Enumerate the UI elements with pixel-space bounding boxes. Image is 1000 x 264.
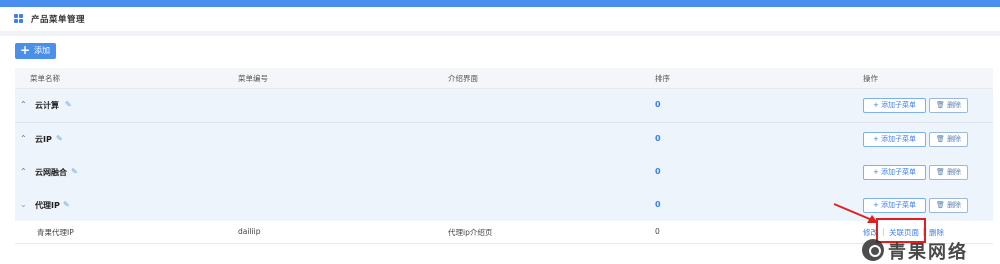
pencil-edit-icon[interactable]: ✎ <box>71 167 78 176</box>
delete-button[interactable]: 🗑 删除 <box>929 98 968 113</box>
pencil-edit-icon[interactable]: ✎ <box>65 100 72 109</box>
child-menu-code: dailiip <box>238 227 261 236</box>
grid-menu-icon <box>14 14 23 23</box>
plus-icon: + <box>20 43 31 57</box>
col-header-intro: 介绍界面 <box>448 74 478 83</box>
add-submenu-button[interactable]: + 添加子菜单 <box>863 165 926 180</box>
sort-value: 0 <box>655 134 661 143</box>
delete-button[interactable]: 🗑 删除 <box>929 132 968 147</box>
watermark-text: 青果网络 <box>888 242 968 263</box>
add-button[interactable]: + 添加 <box>15 43 56 59</box>
brand-logo-icon <box>862 239 884 261</box>
page-title: 产品菜单管理 <box>31 15 86 25</box>
table-row: ⌃ 云计算 ✎ 0 + 添加子菜单 🗑 删除 <box>15 89 993 123</box>
expand-chevron-icon[interactable]: ⌃ <box>20 100 27 109</box>
menu-name: 代理IP <box>35 201 60 210</box>
sort-value: 0 <box>655 100 661 109</box>
pencil-edit-icon[interactable]: ✎ <box>56 134 63 143</box>
child-sort-value: 0 <box>655 227 660 236</box>
sort-value: 0 <box>655 200 661 209</box>
red-arrow-annotation <box>833 203 878 223</box>
delete-link[interactable]: 删除 <box>929 227 944 238</box>
watermark: 青果网络 <box>862 238 998 263</box>
menu-name: 云网融合 <box>35 168 67 177</box>
col-header-code: 菜单编号 <box>238 74 268 83</box>
col-header-sort: 排序 <box>655 74 670 83</box>
table-header: 菜单名称 菜单编号 介绍界面 排序 操作 <box>15 68 993 89</box>
table-row: ⌃ 云IP ✎ 0 + 添加子菜单 🗑 删除 <box>15 123 993 157</box>
menu-name: 云IP <box>35 135 52 144</box>
pencil-edit-icon[interactable]: ✎ <box>63 200 70 209</box>
delete-button[interactable]: 🗑 删除 <box>929 198 968 213</box>
collapse-chevron-icon[interactable]: ⌄ <box>20 200 27 209</box>
top-accent-bar <box>0 0 1000 7</box>
add-submenu-button[interactable]: + 添加子菜单 <box>863 98 926 113</box>
col-header-name: 菜单名称 <box>30 74 60 83</box>
add-button-label: 添加 <box>34 46 50 55</box>
delete-button[interactable]: 🗑 删除 <box>929 165 968 180</box>
child-menu-name: 青果代理IP <box>37 228 74 237</box>
menu-name: 云计算 <box>35 101 59 110</box>
add-submenu-button[interactable]: + 添加子菜单 <box>863 132 926 147</box>
expand-chevron-icon[interactable]: ⌃ <box>20 167 27 176</box>
page-header: 产品菜单管理 <box>0 7 1000 32</box>
col-header-actions: 操作 <box>863 74 878 83</box>
table-row: ⌃ 云网融合 ✎ 0 + 添加子菜单 🗑 删除 <box>15 156 993 190</box>
child-intro-page: 代理ip介绍页 <box>448 228 493 237</box>
expand-chevron-icon[interactable]: ⌃ <box>20 134 27 143</box>
sort-value: 0 <box>655 167 661 176</box>
